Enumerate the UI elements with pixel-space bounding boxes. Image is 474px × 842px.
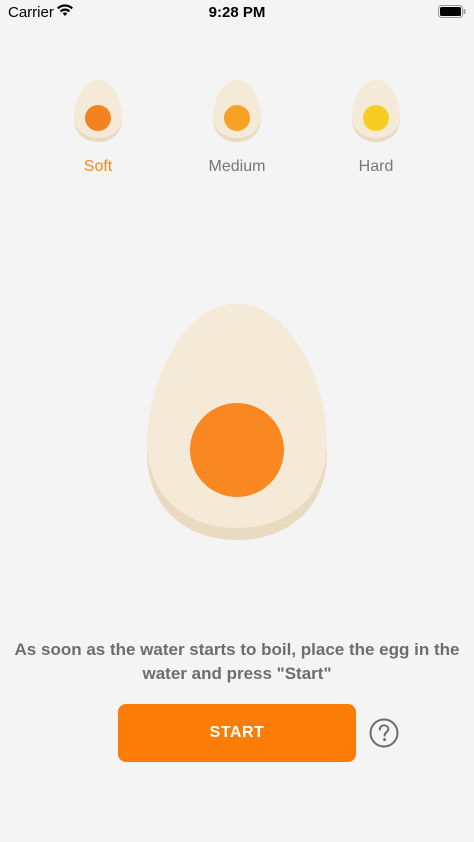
instructions-text: As soon as the water starts to boil, pla… [14,640,460,683]
status-bar: Carrier 9:28 PM [0,0,474,26]
egg-option-hard[interactable]: Hard [321,78,431,188]
egg-yolk [190,403,284,497]
help-icon[interactable] [369,718,399,748]
egg-option-label: Hard [358,158,394,175]
battery-icon [438,5,466,18]
hard-egg-yolk [363,105,389,131]
soft-egg-icon [74,80,122,142]
soft-egg-yolk [85,105,111,131]
egg-option-soft[interactable]: Soft [43,78,153,188]
medium-egg-yolk [224,105,250,131]
status-time: 9:28 PM [208,4,266,21]
medium-egg-icon [213,80,261,142]
boiled-egg-illustration [147,304,327,540]
start-button[interactable]: START [118,704,356,762]
egg-option-label: Medium [208,158,266,175]
hard-egg-icon [352,80,400,142]
egg-option-medium[interactable]: Medium [182,78,292,188]
egg-option-label: Soft [83,158,113,175]
